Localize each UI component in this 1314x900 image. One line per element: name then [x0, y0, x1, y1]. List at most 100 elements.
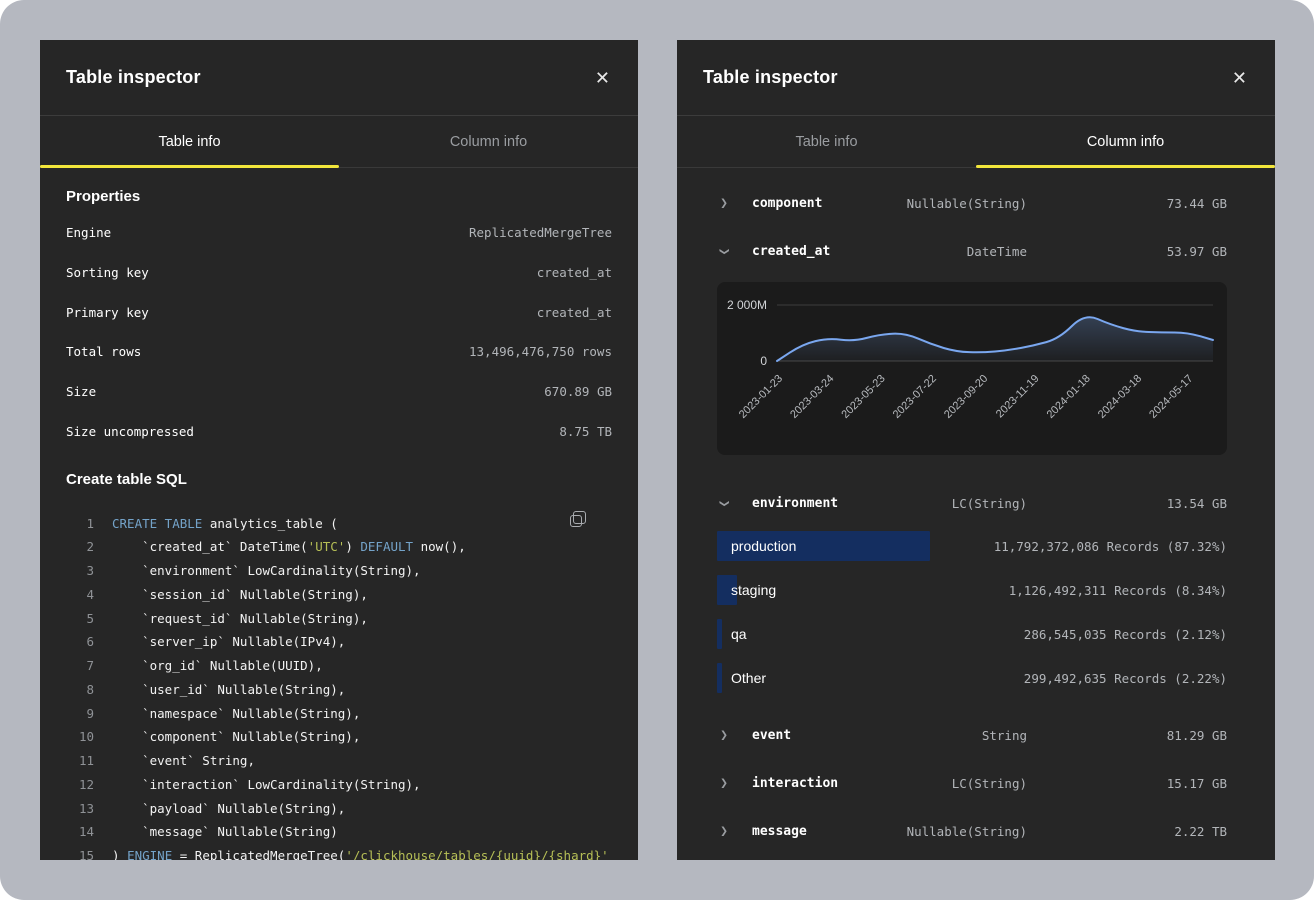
sql-code-block: 1CREATE TABLE analytics_table ( 2 `create… [66, 503, 612, 860]
property-value: ReplicatedMergeTree [469, 225, 612, 240]
sql-line: 13 `payload` Nullable(String), [66, 796, 612, 820]
column-row-created_at[interactable]: ❯created_atDateTime53.97 GB [717, 227, 1227, 275]
sql-line-text: `org_id` Nullable(UUID), [112, 658, 323, 673]
modal-title: Table inspector [66, 67, 201, 88]
sql-line-text: `request_id` Nullable(String), [112, 611, 368, 626]
property-row: EngineReplicatedMergeTree [66, 213, 612, 253]
modal-header: Table inspector ✕ [677, 40, 1275, 116]
chevron-right-icon[interactable]: ❯ [717, 728, 731, 743]
columns-list: ❯ component Nullable(String) 73.44 GB ❯ creat… [677, 179, 1275, 855]
property-value: created_at [537, 265, 612, 280]
sql-line-text: `user_id` Nullable(String), [112, 682, 345, 697]
tab-column-info[interactable]: Column info [976, 116, 1275, 167]
y-tick-0: 0 [760, 354, 767, 368]
sql-line-number: 2 [66, 539, 94, 554]
sql-line-text: `payload` Nullable(String), [112, 801, 345, 816]
sql-line: 1CREATE TABLE analytics_table ( [66, 511, 612, 535]
breakdown-row-production: production11,792,372,086 Records (87.32%… [717, 531, 1227, 561]
sql-line-number: 4 [66, 587, 94, 602]
property-row: Sorting keycreated_at [66, 253, 612, 293]
column-type: String [867, 728, 1027, 743]
x-tick-label: 2023-01-23 [737, 373, 785, 421]
column-size: 81.29 GB [1027, 728, 1227, 743]
sql-line: 10 `component` Nullable(String), [66, 725, 612, 749]
environment-breakdown: production11,792,372,086 Records (87.32%… [717, 531, 1227, 693]
column-name: component [743, 196, 867, 211]
sql-line: 14 `message` Nullable(String) [66, 820, 612, 844]
breakdown-label: qa [717, 626, 747, 642]
property-value: 13,496,476,750 rows [469, 344, 612, 359]
column-name: interaction [743, 776, 867, 791]
sql-line: 3 `environment` LowCardinality(String), [66, 559, 612, 583]
sql-line-text: `namespace` Nullable(String), [112, 706, 360, 721]
column-type: LC(String) [867, 496, 1027, 511]
y-tick-2000m: 2 000M [727, 298, 767, 312]
column-name: message [743, 824, 867, 839]
x-tick-label: 2023-11-19 [994, 373, 1042, 421]
sql-line-text: `event` String, [112, 753, 255, 768]
column-size: 15.17 GB [1027, 776, 1227, 791]
sql-line: 6 `server_ip` Nullable(IPv4), [66, 630, 612, 654]
sql-line: 5 `request_id` Nullable(String), [66, 606, 612, 630]
chevron-right-icon[interactable]: ❯ [717, 824, 731, 839]
sql-line-number: 3 [66, 563, 94, 578]
close-icon[interactable]: ✕ [1228, 65, 1251, 91]
sql-line-number: 5 [66, 611, 94, 626]
sql-line-number: 9 [66, 706, 94, 721]
tab-table-info[interactable]: Table info [40, 116, 339, 167]
tab-table-info[interactable]: Table info [677, 116, 976, 167]
sql-line: 11 `event` String, [66, 749, 612, 773]
property-value: 670.89 GB [544, 384, 612, 399]
x-tick-label: 2023-09-20 [942, 373, 990, 421]
sql-line-number: 11 [66, 753, 94, 768]
chevron-down-icon[interactable]: ❯ [717, 244, 732, 258]
column-chart-card: 2 000M 0 2023-01-232023-03-242023-05-232… [717, 282, 1227, 455]
sql-line-text: `environment` LowCardinality(String), [112, 563, 421, 578]
breakdown-row-other: Other 299,492,635 Records (2.22%) [717, 663, 1227, 693]
sql-line-number: 13 [66, 801, 94, 816]
property-row: Size uncompressed 8.75 TB [66, 411, 612, 451]
tab-bar: Table info Column info [40, 116, 638, 168]
copy-icon[interactable] [568, 509, 590, 531]
column-size: 53.97 GB [1027, 244, 1227, 259]
property-value: created_at [537, 305, 612, 320]
sql-line-text: `created_at` DateTime('UTC') DEFAULT now… [112, 539, 466, 554]
x-tick-label: 2024-03-18 [1096, 373, 1144, 421]
column-row-event[interactable]: ❯ eventString81.29 GB [717, 711, 1227, 759]
modal-title: Table inspector [703, 67, 838, 88]
column-name: event [743, 728, 867, 743]
sql-line: 15) ENGINE = ReplicatedMergeTree('/click… [66, 844, 612, 860]
property-label: Size uncompressed [66, 424, 194, 439]
chevron-right-icon[interactable]: ❯ [717, 196, 731, 211]
sql-line-number: 7 [66, 658, 94, 673]
column-name: created_at [743, 244, 867, 259]
property-row: Primary keycreated_at [66, 292, 612, 332]
sql-line-number: 15 [66, 848, 94, 860]
sql-line: 12 `interaction` LowCardinality(String), [66, 772, 612, 796]
property-value: 8.75 TB [559, 424, 612, 439]
sql-line-text: `message` Nullable(String) [112, 824, 338, 839]
properties-heading: Properties [66, 182, 612, 210]
chevron-down-icon[interactable]: ❯ [717, 496, 732, 510]
sql-line: 8 `user_id` Nullable(String), [66, 677, 612, 701]
column-row-component[interactable]: ❯componentNullable(String)73.44 GB [717, 179, 1227, 227]
chevron-right-icon[interactable]: ❯ [717, 776, 731, 791]
breakdown-label: Other [717, 670, 766, 686]
breakdown-value: 299,492,635 Records (2.22%) [1024, 671, 1227, 686]
sql-line-text: `session_id` Nullable(String), [112, 587, 368, 602]
tab-column-info[interactable]: Column info [339, 116, 638, 167]
column-row-environment[interactable]: ❯environmentLC(String)13.54 GB [717, 479, 1227, 527]
sql-line-text: `component` Nullable(String), [112, 729, 360, 744]
column-size: 73.44 GB [1027, 196, 1227, 211]
x-tick-label: 2023-03-24 [788, 373, 836, 421]
close-icon[interactable]: ✕ [591, 65, 614, 91]
column-type: Nullable(String) [867, 824, 1027, 839]
breakdown-label: production [717, 538, 796, 554]
sql-line: 9 `namespace` Nullable(String), [66, 701, 612, 725]
x-tick-label: 2024-01-18 [1045, 373, 1093, 421]
property-label: Total rows [66, 344, 141, 359]
column-row-message[interactable]: ❯messageNullable(String)2.22 TB [717, 807, 1227, 855]
column-row-interaction[interactable]: ❯interactionLC(String)15.17 GB [717, 759, 1227, 807]
column-size: 13.54 GB [1027, 496, 1227, 511]
table-inspector-modal-column-info: Table inspector ✕ Table info Column info… [677, 40, 1275, 860]
